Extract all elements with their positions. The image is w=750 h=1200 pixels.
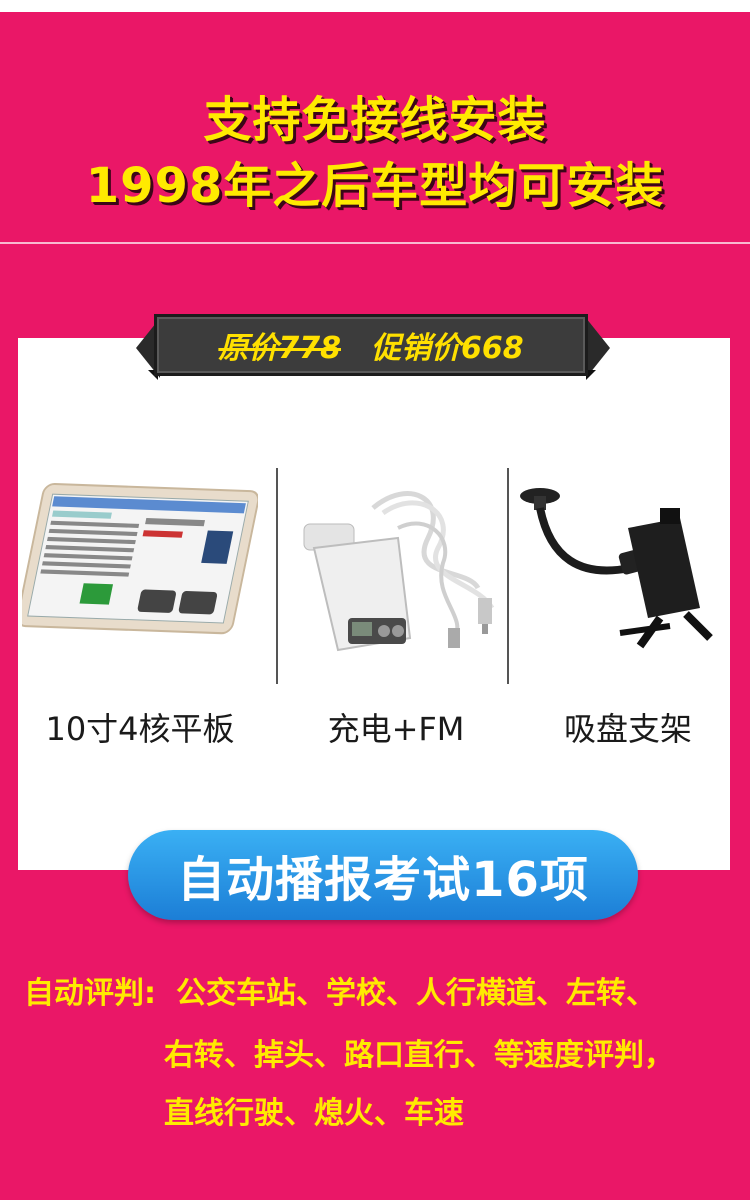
headline-install: 支持免接线安装 xyxy=(203,92,547,148)
product-tablet: 10寸4核平板 xyxy=(22,468,258,758)
product-charger: 充电+FM xyxy=(278,468,514,758)
headline-compatibility: 1998年之后车型均可安装 xyxy=(85,158,665,214)
original-price: 原价778 xyxy=(218,331,341,366)
car-charger-fm-image xyxy=(303,491,495,652)
promo-page: 支持免接线安装 1998年之后车型均可安装 原价778 促销价668 10寸4核… xyxy=(0,0,750,1200)
features-line-1: 公交车站、学校、人行横道、左转、 xyxy=(176,976,656,1011)
sale-price: 促销价668 xyxy=(371,331,524,366)
product-label-tablet: 10寸4核平板 xyxy=(45,710,235,748)
features-line-3: 直线行驶、熄火、车速 xyxy=(164,1096,464,1131)
ribbon-wing-right xyxy=(586,318,610,378)
tablet-image xyxy=(22,483,258,635)
auto-broadcast-pill: 自动播报考试16项 xyxy=(128,830,638,920)
price-ribbon: 原价778 促销价668 xyxy=(154,314,588,376)
product-label-charger: 充电+FM xyxy=(327,710,465,748)
suction-mount-image xyxy=(520,488,713,649)
features-label: 自动评判: xyxy=(24,976,156,1011)
product-mount: 吸盘支架 xyxy=(510,468,746,758)
separator xyxy=(507,468,509,684)
product-label-mount: 吸盘支架 xyxy=(563,710,692,748)
features-line-2: 右转、掉头、路口直行、等速度评判， xyxy=(164,1038,674,1073)
